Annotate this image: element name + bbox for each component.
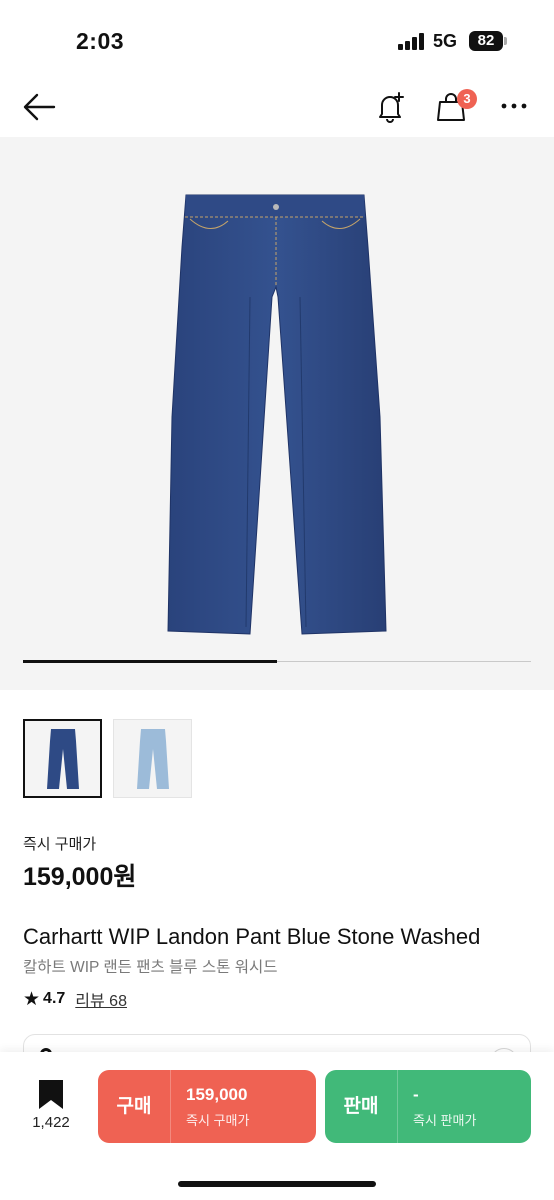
rating-row: ★ 4.7 리뷰 68 bbox=[23, 987, 127, 1011]
home-indicator bbox=[178, 1181, 376, 1187]
sell-button-label: 판매 bbox=[343, 1096, 379, 1117]
buy-button[interactable]: 구매 159,000 즉시 구매가 bbox=[98, 1070, 316, 1143]
cart-badge: 3 bbox=[457, 89, 477, 109]
sell-button[interactable]: 판매 - 즉시 판매가 bbox=[325, 1070, 531, 1143]
network-label: 5G bbox=[433, 31, 458, 51]
back-arrow-icon[interactable] bbox=[22, 92, 56, 122]
thumbnail-light-image bbox=[137, 729, 169, 789]
buy-button-sublabel: 즉시 구매가 bbox=[186, 1113, 250, 1128]
thumbnail-light-denim[interactable] bbox=[113, 719, 192, 798]
more-icon[interactable] bbox=[500, 102, 528, 110]
rating-score: 4.7 bbox=[43, 990, 66, 1007]
signal-icon bbox=[398, 33, 426, 50]
buy-button-divider bbox=[170, 1070, 171, 1143]
wishlist-count: 1,422 bbox=[32, 1114, 70, 1131]
sell-button-price: - bbox=[413, 1085, 419, 1104]
thumbnail-dark-image bbox=[47, 729, 79, 789]
bookmark-icon bbox=[39, 1080, 63, 1109]
bell-plus-icon[interactable] bbox=[374, 90, 408, 124]
carousel-progress-fill bbox=[23, 660, 277, 663]
wishlist-button[interactable]: 1,422 bbox=[20, 1080, 82, 1136]
battery-icon: 82 bbox=[469, 31, 503, 51]
thumbnail-dark-denim[interactable] bbox=[23, 719, 102, 798]
sell-button-divider bbox=[397, 1070, 398, 1143]
instant-buy-price: 159,000원 bbox=[23, 863, 137, 891]
status-bar: 2:03 5G 82 bbox=[0, 0, 554, 80]
status-time: 2:03 bbox=[76, 28, 125, 54]
product-image-carousel[interactable] bbox=[0, 137, 554, 690]
buy-button-label: 구매 bbox=[116, 1096, 152, 1117]
battery-tip bbox=[504, 37, 507, 45]
product-title: Carhartt WIP Landon Pant Blue Stone Wash… bbox=[23, 924, 481, 949]
sell-button-sublabel: 즉시 판매가 bbox=[413, 1113, 477, 1128]
review-link[interactable]: 리뷰 68 bbox=[75, 987, 127, 1011]
jeans-image bbox=[167, 194, 387, 635]
product-title-korean: 칼하트 WIP 랜든 팬츠 블루 스톤 워시드 bbox=[23, 959, 278, 976]
star-icon: ★ bbox=[23, 988, 41, 1010]
instant-buy-price-label: 즉시 구매가 bbox=[23, 836, 97, 853]
buy-button-price: 159,000 bbox=[186, 1085, 248, 1104]
